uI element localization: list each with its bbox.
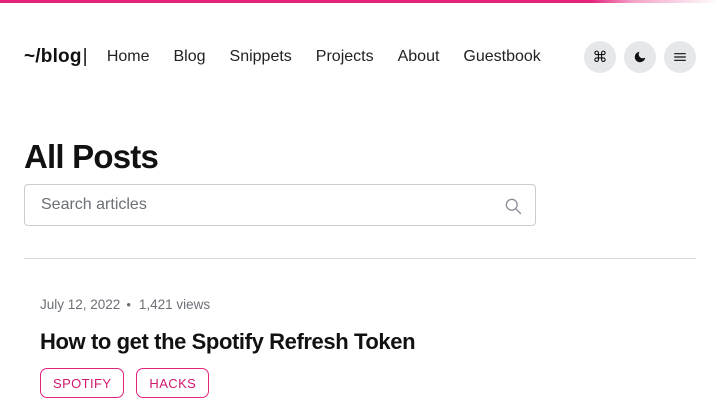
nav-link-about[interactable]: About [398, 48, 440, 66]
search-input[interactable] [25, 185, 485, 225]
moon-icon [634, 51, 646, 63]
search-icon[interactable] [503, 196, 523, 216]
hamburger-menu-icon [674, 53, 686, 61]
post-views: 1,421 views [138, 296, 211, 312]
nav-link-snippets[interactable]: Snippets [230, 48, 292, 66]
header-actions: ⌘ [584, 40, 696, 74]
post-tags: SPOTIFY HACKS [40, 368, 680, 398]
top-accent-bar [0, 0, 720, 3]
primary-nav: Home Blog Snippets Projects About Guestb… [107, 48, 541, 66]
nav-link-blog[interactable]: Blog [174, 48, 206, 66]
site-logo[interactable]: ~/blog| [24, 46, 88, 68]
menu-button[interactable] [664, 41, 696, 73]
search-box [24, 184, 536, 226]
nav-link-guestbook[interactable]: Guestbook [463, 48, 540, 66]
logo-cursor: | [82, 46, 88, 67]
nav-link-home[interactable]: Home [107, 48, 150, 66]
post-title-link[interactable]: How to get the Spotify Refresh Token [40, 329, 680, 355]
tag-hacks[interactable]: HACKS [136, 368, 210, 398]
command-icon: ⌘ [592, 47, 608, 66]
meta-separator: • [126, 296, 131, 312]
post-date: July 12, 2022 [40, 296, 121, 312]
navbar: ~/blog| Home Blog Snippets Projects Abou… [24, 40, 696, 74]
theme-toggle-button[interactable] [624, 41, 656, 73]
command-palette-button[interactable]: ⌘ [584, 41, 616, 73]
section-divider [24, 258, 696, 259]
tag-spotify[interactable]: SPOTIFY [40, 368, 125, 398]
logo-text: ~/blog [24, 46, 82, 67]
post-card: July 12, 2022 • 1,421 views How to get t… [40, 294, 680, 398]
nav-link-projects[interactable]: Projects [316, 48, 374, 66]
page-title: All Posts [24, 138, 159, 175]
post-meta: July 12, 2022 • 1,421 views [40, 294, 680, 314]
